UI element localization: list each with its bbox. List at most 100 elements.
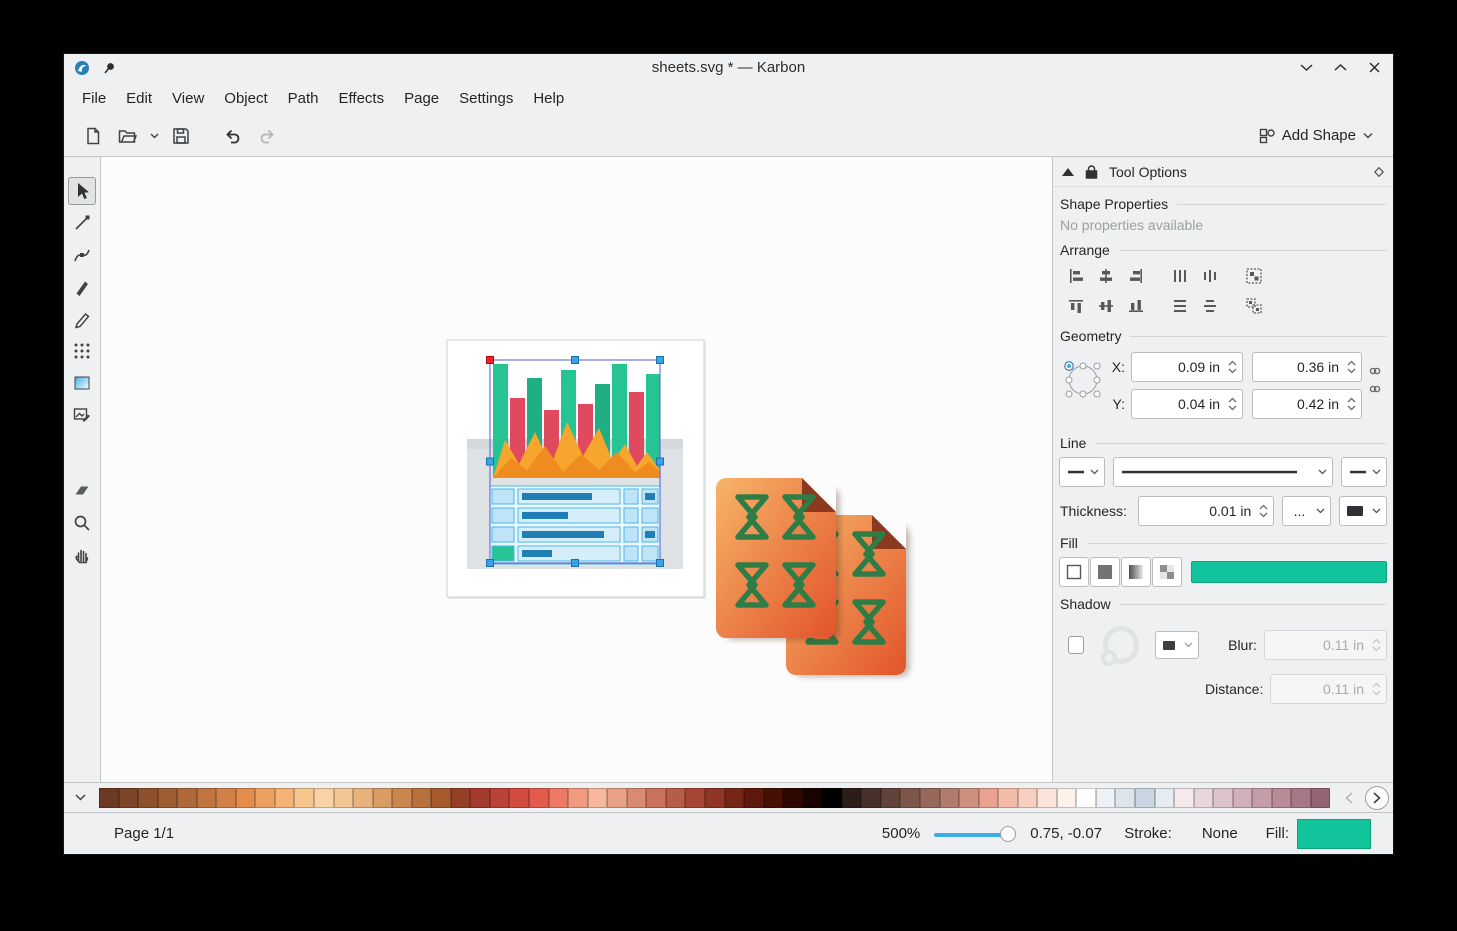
lock-icon[interactable] <box>1085 165 1098 179</box>
palette-swatch[interactable] <box>99 788 119 808</box>
sheets-document-icon-front[interactable] <box>716 478 840 640</box>
line-style-select[interactable] <box>1113 457 1333 487</box>
palette-swatch[interactable] <box>607 788 627 808</box>
bezier-curve-tool[interactable] <box>68 241 96 269</box>
palette-swatch[interactable] <box>119 788 139 808</box>
open-document-button[interactable] <box>112 121 142 151</box>
line-marker-select[interactable] <box>1341 457 1387 487</box>
palette-swatch[interactable] <box>1311 788 1331 808</box>
palette-swatch[interactable] <box>1096 788 1116 808</box>
maximize-button[interactable] <box>1331 59 1349 77</box>
fill-solid-button[interactable] <box>1090 557 1120 587</box>
shadow-color-select[interactable] <box>1155 631 1199 659</box>
line-cap-select[interactable] <box>1059 457 1105 487</box>
collapse-arrow-icon[interactable] <box>1062 168 1074 176</box>
float-dock-icon[interactable] <box>1374 167 1384 177</box>
palette-swatch[interactable] <box>1174 788 1194 808</box>
palette-swatch[interactable] <box>1135 788 1155 808</box>
zoom-slider[interactable] <box>934 825 1016 843</box>
geometry-x-input[interactable]: 0.09 in <box>1131 352 1243 382</box>
palette-swatch[interactable] <box>1194 788 1214 808</box>
statusbar-fill-swatch[interactable] <box>1297 819 1371 849</box>
palette-swatch[interactable] <box>998 788 1018 808</box>
palette-swatch[interactable] <box>236 788 256 808</box>
select-tool[interactable] <box>68 177 96 205</box>
titlebar[interactable]: sheets.svg * — Karbon <box>64 54 1393 81</box>
palette-swatch[interactable] <box>470 788 490 808</box>
position-anchor-widget[interactable] <box>1059 352 1107 408</box>
menu-edit[interactable]: Edit <box>116 85 162 112</box>
minimize-button[interactable] <box>1297 59 1315 77</box>
calligraphy-tool[interactable] <box>68 273 96 301</box>
distribute-horizontal-left-button[interactable] <box>1167 263 1193 289</box>
palette-swatch[interactable] <box>568 788 588 808</box>
palette-swatch[interactable] <box>177 788 197 808</box>
palette-swatch[interactable] <box>1037 788 1057 808</box>
keep-aspect-link-icon[interactable] <box>1369 366 1381 376</box>
fill-gradient-button[interactable] <box>1121 557 1151 587</box>
geometry-y-input[interactable]: 0.04 in <box>1131 389 1243 419</box>
line-join-select[interactable]: ... <box>1282 496 1330 526</box>
palette-swatch[interactable] <box>666 788 686 808</box>
palette-swatch[interactable] <box>979 788 999 808</box>
palette-swatch[interactable] <box>1252 788 1272 808</box>
palette-swatch[interactable] <box>373 788 393 808</box>
redo-button[interactable] <box>252 121 282 151</box>
palette-swatch[interactable] <box>158 788 178 808</box>
zoom-slider-track[interactable] <box>934 833 1010 837</box>
palette-swatch[interactable] <box>197 788 217 808</box>
open-dropdown-chevron-icon[interactable] <box>146 121 162 151</box>
palette-swatch[interactable] <box>1233 788 1253 808</box>
palette-swatch[interactable] <box>314 788 334 808</box>
spinner-arrows-icon[interactable] <box>1346 396 1357 412</box>
geometry-width-input[interactable]: 0.36 in <box>1252 352 1362 382</box>
canvas[interactable] <box>100 157 1053 782</box>
palette-swatch[interactable] <box>881 788 901 808</box>
palette-swatch[interactable] <box>1115 788 1135 808</box>
spinner-arrows-icon[interactable] <box>1258 503 1269 519</box>
palette-swatch[interactable] <box>138 788 158 808</box>
dock-header[interactable]: Tool Options <box>1053 157 1393 187</box>
palette-swatch[interactable] <box>529 788 549 808</box>
pan-tool[interactable] <box>68 541 96 569</box>
geometry-height-input[interactable]: 0.42 in <box>1252 389 1362 419</box>
shadow-angle-dial[interactable] <box>1103 626 1138 664</box>
menu-effects[interactable]: Effects <box>329 85 395 112</box>
palette-swatch[interactable] <box>803 788 823 808</box>
spinner-arrows-icon[interactable] <box>1227 396 1238 412</box>
palette-swatch[interactable] <box>509 788 529 808</box>
distribute-vertical-top-button[interactable] <box>1167 293 1193 319</box>
palette-swatch[interactable] <box>392 788 412 808</box>
eraser-tool[interactable] <box>68 477 96 505</box>
palette-swatch[interactable] <box>1272 788 1292 808</box>
menu-settings[interactable]: Settings <box>449 85 523 112</box>
save-button[interactable] <box>166 121 196 151</box>
palette-swatch[interactable] <box>783 788 803 808</box>
palette-collapse-button[interactable] <box>66 786 94 810</box>
line-color-select[interactable] <box>1339 496 1387 526</box>
menu-help[interactable]: Help <box>523 85 574 112</box>
fill-pattern-button[interactable] <box>1152 557 1182 587</box>
shadow-distance-input[interactable]: 0.11 in <box>1270 674 1387 704</box>
palette-swatch[interactable] <box>822 788 842 808</box>
palette-swatch[interactable] <box>353 788 373 808</box>
pen-tool[interactable] <box>68 209 96 237</box>
palette-swatch[interactable] <box>685 788 705 808</box>
menu-object[interactable]: Object <box>214 85 277 112</box>
spinner-arrows-icon[interactable] <box>1227 359 1238 375</box>
palette-swatch[interactable] <box>1018 788 1038 808</box>
palette-swatch[interactable] <box>900 788 920 808</box>
zoom-slider-thumb[interactable] <box>1000 826 1016 842</box>
palette-swatch[interactable] <box>334 788 354 808</box>
palette-swatch[interactable] <box>431 788 451 808</box>
menu-path[interactable]: Path <box>278 85 329 112</box>
palette-swatch[interactable] <box>646 788 666 808</box>
palette-swatch[interactable] <box>1291 788 1311 808</box>
palette-swatch[interactable] <box>1155 788 1175 808</box>
shadow-enable-checkbox[interactable] <box>1068 636 1084 654</box>
fill-color-swatch[interactable] <box>1191 561 1387 583</box>
menu-page[interactable]: Page <box>394 85 449 112</box>
image-edit-tool[interactable] <box>68 401 96 429</box>
palette-swatch[interactable] <box>451 788 471 808</box>
artboard-page[interactable] <box>447 340 706 599</box>
